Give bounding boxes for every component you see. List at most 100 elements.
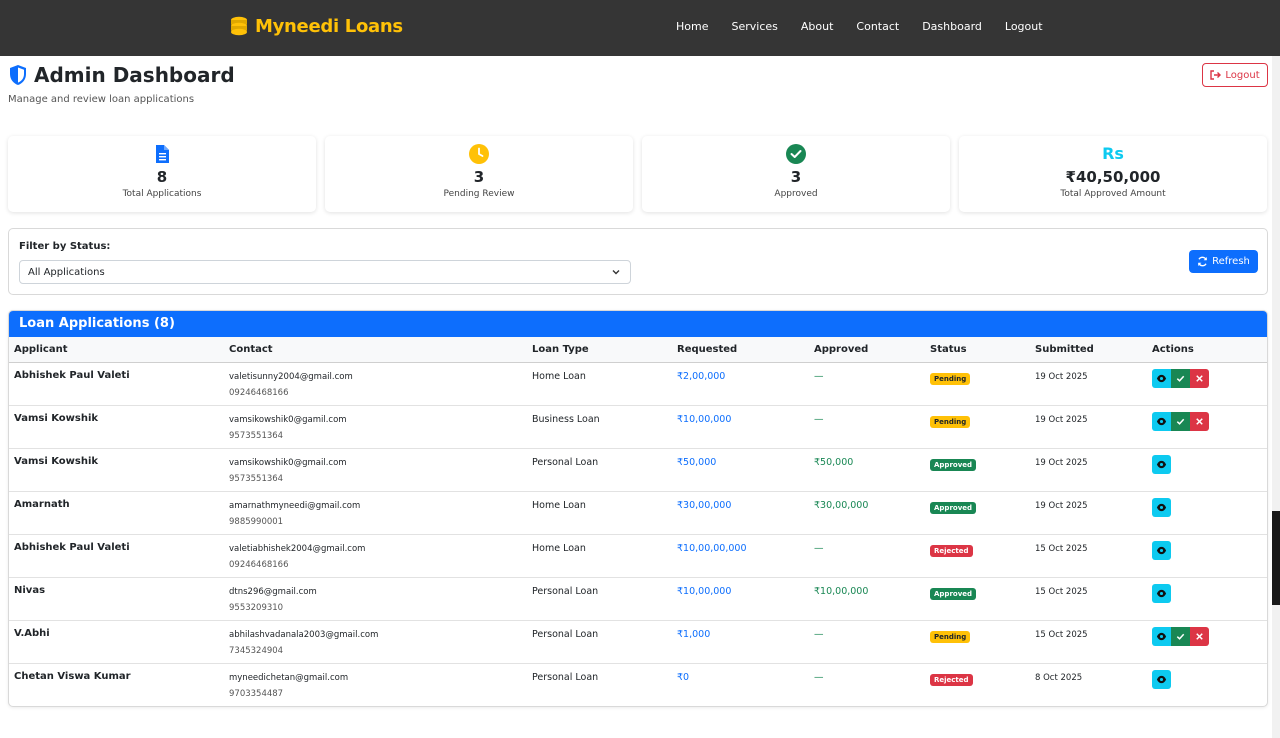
nav-link-contact[interactable]: Contact [856, 20, 899, 33]
scrollbar-thumb[interactable] [1272, 511, 1280, 605]
view-button[interactable] [1152, 670, 1171, 689]
submitted-date: 15 Oct 2025 [1035, 587, 1088, 597]
coins-icon [231, 16, 247, 36]
scrollbar[interactable] [1272, 56, 1280, 738]
logout-button[interactable]: Logout [1202, 63, 1268, 87]
view-button[interactable] [1152, 412, 1171, 431]
row-actions [1152, 498, 1171, 517]
table-row: Chetan Viswa Kumar myneedichetan@gmail.co… [9, 664, 1267, 706]
table-row: V.Abhi abhilashvadanala2003@gmail.com 7345… [9, 621, 1267, 664]
submitted-date: 15 Oct 2025 [1035, 544, 1088, 554]
column-header: Applicant [14, 344, 68, 355]
filter-panel: Filter by Status: All Applications Refre… [8, 228, 1268, 295]
applicant-phone: 9573551364 [229, 431, 284, 441]
row-actions [1152, 584, 1171, 603]
column-header: Contact [229, 344, 273, 355]
reject-button[interactable] [1190, 412, 1209, 431]
column-header: Actions [1152, 344, 1194, 355]
close-icon [1196, 418, 1203, 425]
column-header: Requested [677, 344, 738, 355]
view-button[interactable] [1152, 541, 1171, 560]
requested-amount: ₹10,00,00,000 [677, 543, 747, 554]
status-badge: Rejected [930, 674, 973, 686]
applicant-email: valetiabhishek2004@gmail.com [229, 544, 366, 554]
rupee-icon: Rs [1102, 144, 1124, 163]
applicant-phone: 09246468166 [229, 388, 289, 398]
applicant-email: valetisunny2004@gmail.com [229, 372, 353, 382]
approve-button[interactable] [1171, 627, 1190, 646]
page-subtitle: Manage and review loan applications [8, 94, 195, 105]
applicant-phone: 9703354487 [229, 689, 284, 699]
eye-icon [1156, 675, 1167, 684]
view-button[interactable] [1152, 627, 1171, 646]
nav-link-home[interactable]: Home [676, 20, 708, 33]
stat-label: Approved [774, 189, 818, 199]
view-button[interactable] [1152, 498, 1171, 517]
submitted-date: 19 Oct 2025 [1035, 501, 1088, 511]
status-badge: Approved [930, 588, 977, 600]
requested-amount: ₹30,00,000 [677, 500, 732, 511]
brand-logo[interactable]: Myneedi Loans [229, 15, 403, 37]
eye-icon [1156, 589, 1167, 598]
view-button[interactable] [1152, 455, 1171, 474]
stat-card-total: 8 Total Applications [8, 136, 316, 212]
logout-button-label: Logout [1225, 69, 1260, 81]
stat-value: 3 [473, 168, 485, 186]
applicant-name: Amarnath [14, 499, 70, 510]
nav-link-dashboard[interactable]: Dashboard [922, 20, 982, 33]
close-icon [1196, 375, 1203, 382]
requested-amount: ₹1,000 [677, 629, 711, 640]
applicant-email: vamsikowshik0@gmail.com [229, 458, 347, 468]
refresh-button[interactable]: Refresh [1189, 250, 1258, 273]
reject-button[interactable] [1190, 627, 1209, 646]
check-icon [1176, 375, 1185, 382]
requested-amount: ₹0 [677, 672, 690, 683]
loan-type: Home Loan [532, 500, 586, 511]
applicant-name: Nivas [14, 585, 46, 596]
approve-button[interactable] [1171, 412, 1190, 431]
top-navbar: Myneedi Loans Home Services About Contac… [0, 0, 1280, 56]
stat-label: Total Approved Amount [1060, 189, 1166, 199]
table-row: Abhishek Paul Valeti valetisunny2004@gmai… [9, 363, 1267, 406]
view-button[interactable] [1152, 369, 1171, 388]
row-actions [1152, 455, 1171, 474]
nav-link-logout[interactable]: Logout [1005, 20, 1043, 33]
status-filter-select[interactable]: All Applications [19, 260, 631, 284]
applicant-name: Vamsi Kowshik [14, 456, 99, 467]
table-row: Nivas dtns296@gmail.com 9553209310 Personal… [9, 578, 1267, 621]
approve-button[interactable] [1171, 369, 1190, 388]
applicant-phone: 9885990001 [229, 517, 284, 527]
approved-amount: — [814, 672, 824, 683]
status-filter-value: All Applications [28, 267, 105, 278]
check-icon [1176, 633, 1185, 640]
close-icon [1196, 633, 1203, 640]
applicant-email: dtns296@gmail.com [229, 587, 317, 597]
stat-card-pending: 3 Pending Review [325, 136, 633, 212]
approved-amount: — [814, 629, 824, 640]
status-badge: Pending [930, 373, 971, 385]
stat-label: Pending Review [443, 189, 515, 199]
nav-link-about[interactable]: About [801, 20, 834, 33]
applicant-email: myneedichetan@gmail.com [229, 673, 349, 683]
row-actions [1152, 670, 1171, 689]
reject-button[interactable] [1190, 369, 1209, 388]
view-button[interactable] [1152, 584, 1171, 603]
approved-amount: ₹10,00,000 [814, 586, 869, 597]
approved-amount: ₹30,00,000 [814, 500, 869, 511]
check-icon [1176, 418, 1185, 425]
loan-type: Personal Loan [532, 586, 599, 597]
check-circle-icon [786, 144, 806, 164]
applicant-name: Abhishek Paul Valeti [14, 370, 130, 381]
submitted-date: 19 Oct 2025 [1035, 458, 1088, 468]
eye-icon [1156, 503, 1167, 512]
table-row: Vamsi Kowshik vamsikowshik0@gamil.com 9573… [9, 406, 1267, 449]
applicant-email: amarnathmyneedi@gmail.com [229, 501, 361, 511]
row-actions [1152, 627, 1209, 646]
requested-amount: ₹2,00,000 [677, 371, 726, 382]
applications-table-card: Loan Applications (8) Applicant Contact … [8, 310, 1268, 707]
submitted-date: 15 Oct 2025 [1035, 630, 1088, 640]
status-badge: Rejected [930, 545, 973, 557]
nav-link-services[interactable]: Services [731, 20, 777, 33]
filter-label: Filter by Status: [19, 241, 111, 252]
page-header: Admin Dashboard [8, 63, 235, 87]
